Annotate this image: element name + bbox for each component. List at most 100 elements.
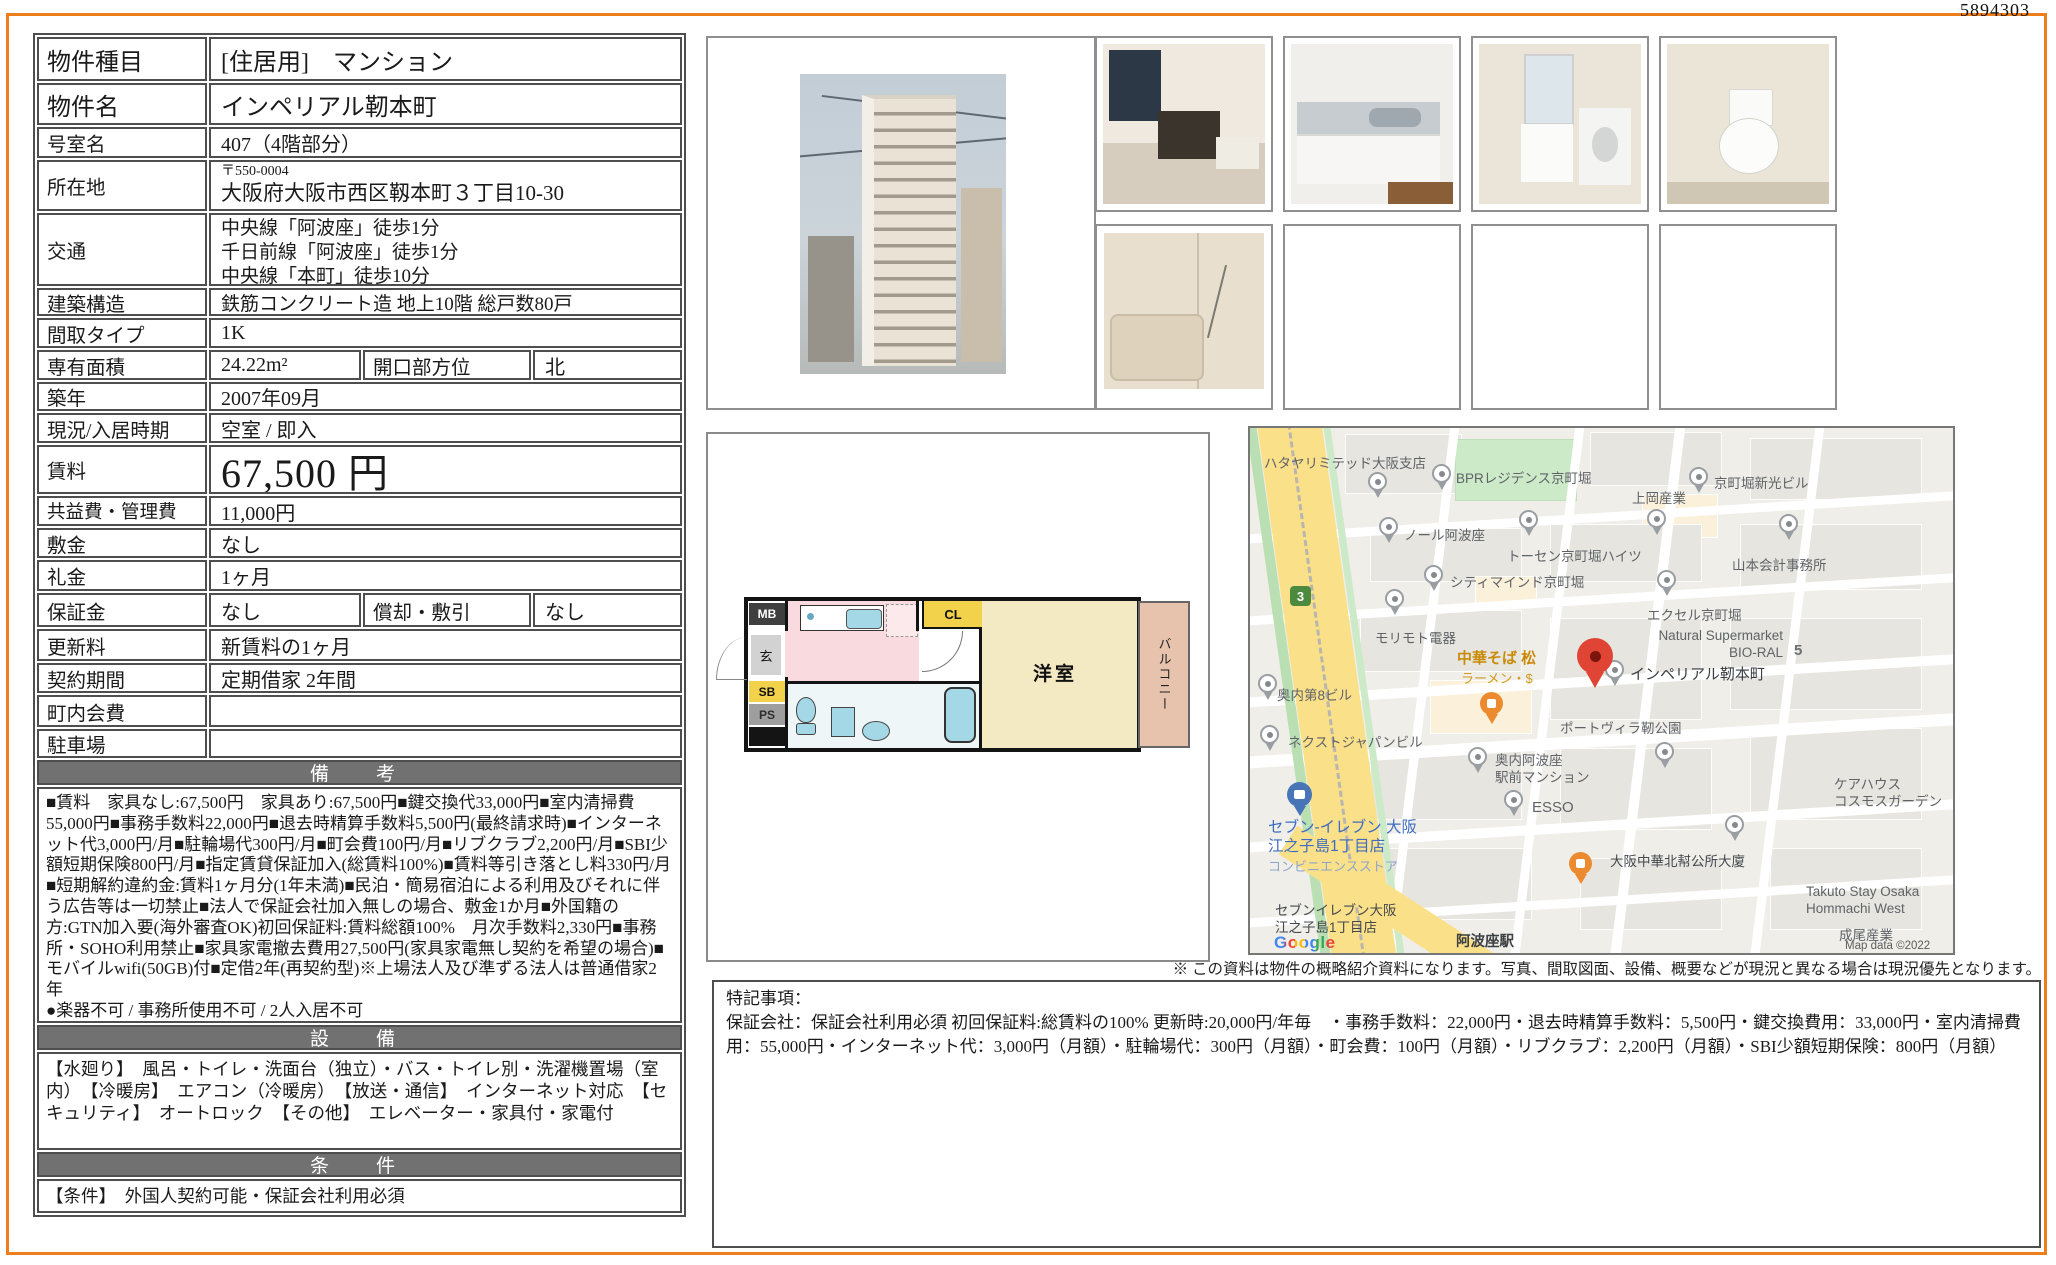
- washbasin-mirror: [1524, 54, 1573, 125]
- row-label-2: 開口部方位: [363, 350, 531, 380]
- map-label: トーセン京町堀ハイツ: [1507, 548, 1642, 565]
- basin-fixture: [862, 721, 890, 741]
- map-attribution: Map data ©2022: [1845, 938, 1930, 955]
- special-notes-body: 保証会社：保証会社利用必須 初回保証料:総賃料の100% 更新時:20,000円…: [726, 1011, 2027, 1059]
- row-value: なし: [209, 593, 361, 627]
- transit-line: 千日前線「阿波座」徒歩1分: [221, 241, 680, 265]
- row-label: 保証金: [37, 593, 207, 627]
- map-label: Takuto Stay Osaka Hommachi West: [1806, 883, 1919, 917]
- map-pin: [1379, 517, 1398, 536]
- table-row: 契約期間定期借家 2年間: [37, 663, 682, 693]
- remarks-text: ■賃料 家具なし:67,500円 家具あり:67,500円■鍵交換代33,000…: [37, 787, 682, 1023]
- kitchen-cabinet: [1297, 134, 1440, 184]
- map-label: エクセル京町堀: [1647, 607, 1742, 624]
- table-row: 駐車場: [37, 729, 682, 758]
- map-pin: [1424, 565, 1443, 584]
- shower-hose: [1207, 265, 1227, 338]
- row-value: 24.22m²: [209, 350, 361, 380]
- wall: [785, 601, 788, 631]
- table-row: 建築構造鉄筋コンクリート造 地上10階 総戸数80戸: [37, 288, 682, 316]
- row-label: 駐車場: [37, 729, 207, 758]
- section-title: 条 件: [37, 1152, 682, 1177]
- map-pin: [1385, 589, 1404, 608]
- photo-kitchen-box: [1283, 36, 1461, 212]
- map-label: 奥内阿波座 駅前マンション: [1495, 752, 1590, 786]
- table-row: 所在地 〒550-0004 大阪府大阪市西区靱本町３丁目10-30: [37, 160, 682, 211]
- remarks-footer: ●楽器不可 / 事務所使用不可 / 2人入居不可: [46, 1001, 673, 1022]
- row-value: 〒550-0004 大阪府大阪市西区靱本町３丁目10-30: [209, 160, 682, 211]
- table-row: 号室名407（4階部分）: [37, 127, 682, 158]
- photo-washroom-box: [1471, 36, 1649, 212]
- map-pin: [1368, 472, 1387, 491]
- remarks-body: ■賃料 家具なし:67,500円 家具あり:67,500円■鍵交換代33,000…: [37, 787, 682, 1023]
- row-value: 定期借家 2年間: [209, 663, 682, 693]
- row-label: 物件種目: [37, 37, 207, 81]
- row-value: なし: [209, 528, 682, 558]
- floorplan-box: MB 玄 SB PS CL: [706, 432, 1210, 962]
- floorplan-closet-label: CL: [922, 601, 982, 629]
- photo-empty-box: [1471, 224, 1649, 410]
- main-building-tower: [862, 95, 956, 366]
- toilet-floor: [1667, 182, 1829, 204]
- floorplan-mb-label: MB: [749, 603, 785, 625]
- equipment-header: 設 備: [37, 1025, 682, 1050]
- special-notes-heading: 特記事項：: [726, 987, 2027, 1011]
- table-row: 共益費・管理費11,000円: [37, 496, 682, 526]
- row-label: 賃料: [37, 445, 207, 494]
- google-logo: Google: [1274, 933, 1336, 953]
- kitchen-burner: [807, 613, 814, 620]
- wall: [916, 601, 919, 631]
- map-label: セブンイレブン大阪 江之子島1丁目店: [1275, 902, 1397, 936]
- map-label-seven-eleven-sub: コンビニエンスストア: [1268, 858, 1398, 875]
- map-pin: [1689, 467, 1708, 486]
- row-value: 空室 / 即入: [209, 413, 682, 443]
- map-pin: [1779, 514, 1798, 533]
- bathtub-fixture: [944, 687, 976, 743]
- entrance-door-arc: [716, 637, 747, 680]
- washer-pan-fixture: [831, 707, 855, 737]
- table-row: 保証金 なし 償却・敷引 なし: [37, 593, 682, 627]
- map-pin: [1655, 742, 1674, 761]
- map-label-restaurant-sub: ラーメン・$: [1461, 670, 1533, 687]
- restaurant-pin: [1569, 852, 1592, 875]
- table-row: 礼金1ヶ月: [37, 560, 682, 591]
- row-value: [209, 695, 682, 727]
- document-id: 5894303: [1960, 0, 2030, 21]
- map-pin: [1468, 747, 1487, 766]
- map-label: 奥内第8ビル: [1277, 687, 1352, 704]
- photo-building-exterior: [800, 74, 1006, 374]
- disclaimer-note: ※ この資料は物件の概略紹介資料になります。写真、間取図面、設備、概要などが現況…: [700, 957, 2041, 979]
- neighbor-building: [808, 236, 853, 362]
- row-label: 敷金: [37, 528, 207, 558]
- row-label: 礼金: [37, 560, 207, 591]
- photo-empty-box: [1659, 224, 1837, 410]
- map-label: シティマインド京町堀: [1450, 574, 1584, 591]
- wall: [785, 677, 788, 748]
- table-row: 交通 中央線「阿波座」徒歩1分 千日前線「阿波座」徒歩1分 中央線「本町」徒歩1…: [37, 213, 682, 286]
- map-label: 京町堀新光ビル: [1714, 475, 1809, 492]
- bathtub: [1110, 314, 1204, 380]
- row-label: 交通: [37, 213, 207, 286]
- map-label-seven-eleven: セブン-イレブン 大阪 江之子島1丁目店: [1268, 818, 1417, 856]
- map-label: ポートヴィラ靭公園: [1560, 720, 1682, 737]
- row-value: インペリアル靭本町: [209, 83, 682, 125]
- map-pin: [1647, 509, 1666, 528]
- photo-bath-box: [1095, 224, 1273, 410]
- toilet-tank-fixture: [796, 723, 816, 735]
- floorplan-ps-label: PS: [749, 704, 785, 725]
- photo-interior-room: [1103, 44, 1265, 204]
- map-pin: [1725, 815, 1744, 834]
- map-label: ハタヤリミテッド大阪支店: [1264, 455, 1426, 472]
- table-row: 物件名インペリアル靭本町: [37, 83, 682, 125]
- wall: [785, 681, 982, 684]
- map-label-property: インペリアル靭本町: [1630, 666, 1765, 683]
- table-row: 専有面積 24.22m² 開口部方位 北: [37, 350, 682, 380]
- location-map: 3 ハタヤリミテッド大阪支店 BPRレジデンス京町堀 上岡産業 京町堀新光ビル …: [1248, 426, 1955, 955]
- floorplan-unit: MB 玄 SB PS CL: [744, 597, 1141, 752]
- section-title: 備 考: [37, 760, 682, 785]
- conditions-body: 【条件】 外国人契約可能・保証会社利用必須: [37, 1179, 682, 1213]
- row-label: 専有面積: [37, 350, 207, 380]
- special-notes-box: 特記事項： 保証会社：保証会社利用必須 初回保証料:総賃料の100% 更新時:2…: [712, 980, 2041, 1248]
- map-pin: [1258, 674, 1277, 693]
- table-row: 更新料新賃料の1ヶ月: [37, 629, 682, 661]
